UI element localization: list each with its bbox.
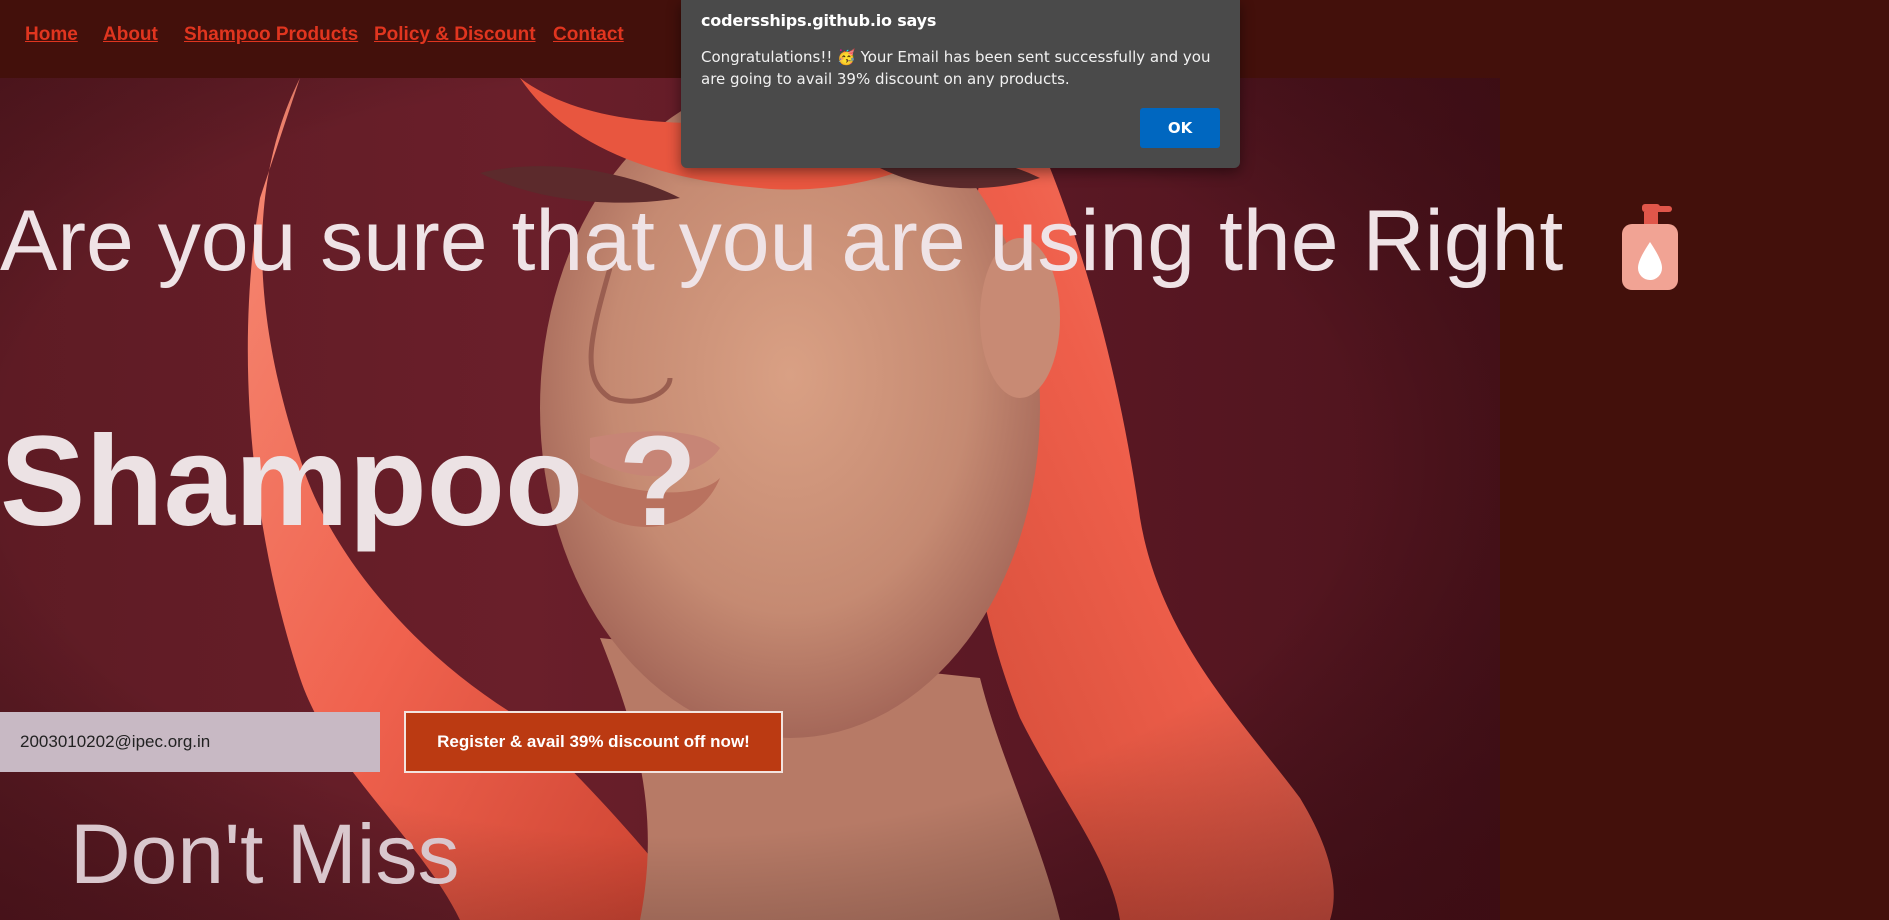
nav-policy-discount-link[interactable]: Policy & Discount xyxy=(374,24,536,46)
nav-contact-link[interactable]: Contact xyxy=(553,24,624,46)
hero-headline: Are you sure that you are using the Righ… xyxy=(0,193,1564,289)
nav-home-link[interactable]: Home xyxy=(25,24,78,46)
page: Home About Shampoo Products Policy & Dis… xyxy=(0,0,1889,920)
alert-message: Congratulations!! 🥳 Your Email has been … xyxy=(701,48,1211,88)
browser-alert-dialog: codersships.github.io says Congratulatio… xyxy=(681,0,1240,168)
nav-about-link[interactable]: About xyxy=(103,24,158,46)
register-discount-button[interactable]: Register & avail 39% discount off now! xyxy=(404,711,783,773)
nav-shampoo-products-link[interactable]: Shampoo Products xyxy=(184,24,358,46)
dont-miss-heading: Don't Miss xyxy=(70,807,460,901)
alert-title: codersships.github.io says xyxy=(701,11,937,30)
lotion-bottle-icon xyxy=(1620,204,1680,290)
hero-headline-shampoo: Shampoo ? xyxy=(0,410,697,553)
alert-ok-button[interactable]: OK xyxy=(1140,108,1220,148)
email-input[interactable] xyxy=(0,712,380,772)
